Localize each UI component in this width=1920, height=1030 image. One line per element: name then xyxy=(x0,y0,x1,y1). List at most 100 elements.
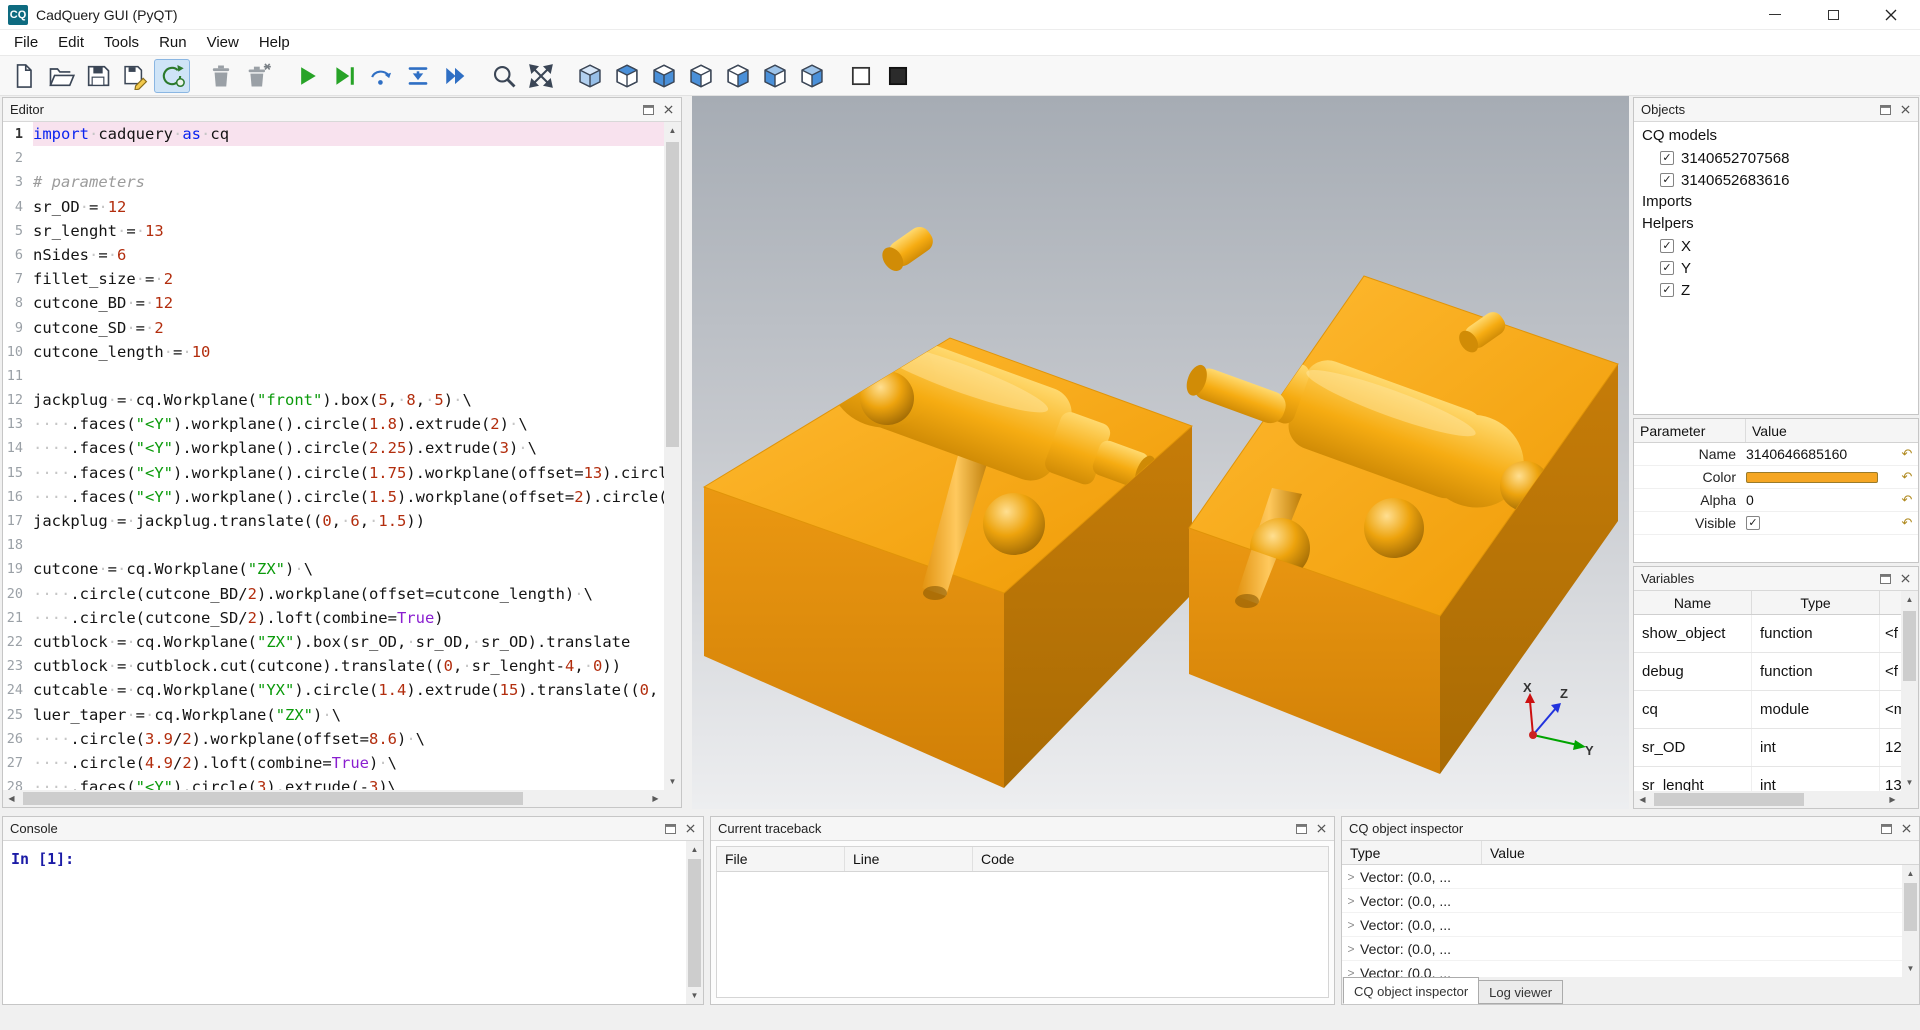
scrollbar-thumb[interactable] xyxy=(1904,883,1917,931)
delete-all-button[interactable] xyxy=(240,59,276,93)
column-header-line[interactable]: Line xyxy=(845,847,973,871)
code-line[interactable]: 27····.circle(4.9/2).loft(combine=True)·… xyxy=(3,751,664,775)
variables-horizontal-scrollbar[interactable]: ◀ ▶ xyxy=(1634,791,1901,808)
viewport-3d[interactable]: X Z Y xyxy=(692,96,1629,809)
fit-view-button[interactable] xyxy=(486,59,522,93)
inspector-row[interactable]: >Vector: (0.0, ... xyxy=(1342,937,1902,961)
tab-log-viewer[interactable]: Log viewer xyxy=(1478,980,1563,1004)
inspector-float-button[interactable] xyxy=(1877,820,1895,838)
console-input-area[interactable]: In [1]: xyxy=(3,841,686,1004)
reload-imports-button[interactable] xyxy=(154,59,190,93)
column-header-parameter[interactable]: Parameter xyxy=(1634,419,1746,442)
property-row-name[interactable]: Name3140646685160↶ xyxy=(1634,443,1918,466)
debug-button[interactable] xyxy=(326,59,362,93)
code-line[interactable]: 22cutblock·=·cq.Workplane("ZX").box(sr_O… xyxy=(3,630,664,654)
menu-item-view[interactable]: View xyxy=(197,31,249,54)
tree-group-helpers[interactable]: Helpers xyxy=(1634,213,1918,235)
column-header-name[interactable]: Name xyxy=(1634,591,1752,614)
view-top-button[interactable] xyxy=(609,59,645,93)
view-back-button[interactable] xyxy=(794,59,830,93)
view-right-button[interactable] xyxy=(720,59,756,93)
reset-button[interactable]: ↶ xyxy=(1896,515,1918,531)
menu-item-file[interactable]: File xyxy=(4,31,48,54)
menu-item-help[interactable]: Help xyxy=(249,31,300,54)
inspector-row[interactable]: >Vector: (0.0, ... xyxy=(1342,961,1902,977)
scroll-up-arrow[interactable]: ▲ xyxy=(686,841,703,858)
delete-current-button[interactable] xyxy=(203,59,239,93)
expand-chevron-icon[interactable]: > xyxy=(1342,894,1360,908)
scroll-down-arrow[interactable]: ▼ xyxy=(664,773,681,790)
variables-vertical-scrollbar[interactable]: ▲ ▼ xyxy=(1901,591,1918,791)
tree-item[interactable]: ✓3140652707568 xyxy=(1634,147,1918,169)
scroll-left-arrow[interactable]: ◀ xyxy=(1634,791,1651,808)
scroll-down-arrow[interactable]: ▼ xyxy=(1901,774,1918,791)
code-line[interactable]: 7fillet_size·=·2 xyxy=(3,267,664,291)
editor-float-button[interactable] xyxy=(639,101,657,119)
open-file-button[interactable] xyxy=(43,59,79,93)
save-button[interactable] xyxy=(80,59,116,93)
scroll-down-arrow[interactable]: ▼ xyxy=(1902,960,1919,977)
code-line[interactable]: 21····.circle(cutcone_SD/2).loft(combine… xyxy=(3,606,664,630)
color-swatch[interactable] xyxy=(1746,472,1878,483)
code-line[interactable]: 9cutcone_SD·=·2 xyxy=(3,316,664,340)
checkbox[interactable]: ✓ xyxy=(1660,283,1674,297)
checkbox[interactable]: ✓ xyxy=(1660,151,1674,165)
tab-cq-object-inspector[interactable]: CQ object inspector xyxy=(1343,977,1479,1004)
code-line[interactable]: 2 xyxy=(3,146,664,170)
column-header-value[interactable]: Value xyxy=(1746,419,1918,442)
scroll-left-arrow[interactable]: ◀ xyxy=(3,790,20,807)
scroll-right-arrow[interactable]: ▶ xyxy=(647,790,664,807)
variable-row[interactable]: cqmodule<m xyxy=(1634,691,1901,729)
variable-row[interactable]: sr_lenghtint13 xyxy=(1634,767,1901,791)
code-line[interactable]: 4sr_OD·=·12 xyxy=(3,195,664,219)
inspector-vertical-scrollbar[interactable]: ▲ ▼ xyxy=(1902,865,1919,977)
inspector-row[interactable]: >Vector: (0.0, ... xyxy=(1342,865,1902,889)
variable-row[interactable]: debugfunction<f xyxy=(1634,653,1901,691)
tree-item[interactable]: ✓Y xyxy=(1634,257,1918,279)
view-front-button[interactable] xyxy=(757,59,793,93)
continue-button[interactable] xyxy=(437,59,473,93)
view-iso-button[interactable] xyxy=(572,59,608,93)
code-line[interactable]: 3# parameters xyxy=(3,170,664,194)
tree-item[interactable]: ✓Z xyxy=(1634,279,1918,301)
code-line[interactable]: 8cutcone_BD·=·12 xyxy=(3,291,664,315)
code-line[interactable]: 6nSides·=·6 xyxy=(3,243,664,267)
code-line[interactable]: 15····.faces("<Y").workplane().circle(1.… xyxy=(3,461,664,485)
tree-item[interactable]: ✓X xyxy=(1634,235,1918,257)
tree-group-cq-models[interactable]: CQ models xyxy=(1634,125,1918,147)
inspector-row[interactable]: >Vector: (0.0, ... xyxy=(1342,913,1902,937)
checkbox[interactable]: ✓ xyxy=(1746,516,1760,530)
scrollbar-thumb[interactable] xyxy=(688,859,701,987)
code-line[interactable]: 13····.faces("<Y").workplane().circle(1.… xyxy=(3,412,664,436)
view-bottom-button[interactable] xyxy=(646,59,682,93)
code-line[interactable]: 5sr_lenght·=·13 xyxy=(3,219,664,243)
menu-item-tools[interactable]: Tools xyxy=(94,31,149,54)
tree-group-imports[interactable]: Imports xyxy=(1634,191,1918,213)
inspector-row[interactable]: >Vector: (0.0, ... xyxy=(1342,889,1902,913)
save-as-button[interactable] xyxy=(117,59,153,93)
code-line[interactable]: 19cutcone·=·cq.Workplane("ZX")·\ xyxy=(3,557,664,581)
scroll-up-arrow[interactable]: ▲ xyxy=(664,122,681,139)
code-line[interactable]: 28····.faces("<Y").circle(3).extrude(-3)… xyxy=(3,775,664,790)
close-button[interactable] xyxy=(1862,0,1920,29)
scroll-right-arrow[interactable]: ▶ xyxy=(1884,791,1901,808)
code-line[interactable]: 11 xyxy=(3,364,664,388)
expand-chevron-icon[interactable]: > xyxy=(1342,918,1360,932)
inspector-close-button[interactable] xyxy=(1897,820,1915,838)
code-line[interactable]: 12jackplug·=·cq.Workplane("front").box(5… xyxy=(3,388,664,412)
scrollbar-thumb[interactable] xyxy=(1903,611,1916,681)
console-vertical-scrollbar[interactable]: ▲ ▼ xyxy=(686,841,703,1004)
traceback-float-button[interactable] xyxy=(1292,820,1310,838)
expand-chevron-icon[interactable]: > xyxy=(1342,870,1360,884)
variables-close-button[interactable] xyxy=(1896,570,1914,588)
checkbox[interactable]: ✓ xyxy=(1660,261,1674,275)
shaded-button[interactable] xyxy=(880,59,916,93)
scroll-up-arrow[interactable]: ▲ xyxy=(1901,591,1918,608)
fit-all-button[interactable] xyxy=(523,59,559,93)
objects-close-button[interactable] xyxy=(1896,101,1914,119)
objects-float-button[interactable] xyxy=(1876,101,1894,119)
code-line[interactable]: 23cutblock·=·cutblock.cut(cutcone).trans… xyxy=(3,654,664,678)
maximize-button[interactable] xyxy=(1804,0,1862,29)
scrollbar-thumb[interactable] xyxy=(23,792,523,805)
reset-button[interactable]: ↶ xyxy=(1896,446,1918,462)
